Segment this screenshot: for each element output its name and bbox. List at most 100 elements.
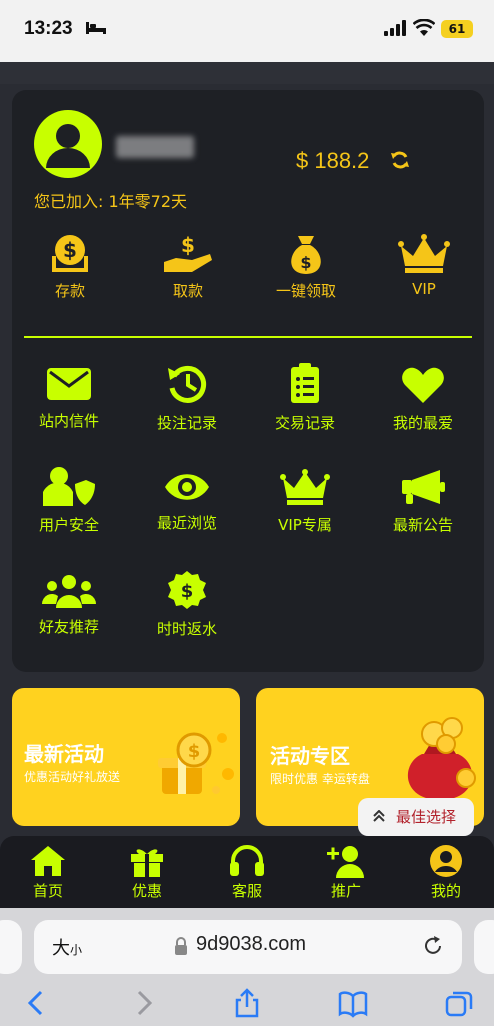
- menu-item-label: 投注记录: [156, 414, 217, 432]
- tab-label: 推广: [330, 882, 361, 900]
- best-pick-button[interactable]: 最佳选择: [358, 798, 474, 836]
- menu-item-label: 时时返水: [156, 620, 217, 638]
- account-icon: [430, 845, 462, 877]
- wallet-balance: $ 188.2: [296, 148, 370, 173]
- heart-icon: [402, 367, 444, 403]
- chevron-up-icon: [373, 810, 385, 822]
- refresh-balance-icon[interactable]: [390, 150, 410, 170]
- bottom-tab-bar: 首页 优惠 客服 推广 我的: [0, 836, 494, 908]
- section-divider: [24, 336, 472, 338]
- address-bar[interactable]: 大小 9d9038.com: [34, 920, 462, 974]
- clipboard-list-icon: [291, 363, 319, 403]
- svg-text:$: $: [181, 233, 195, 257]
- tabs-icon[interactable]: [444, 988, 474, 1018]
- promo-subtitle: 优惠活动好礼放送: [24, 770, 121, 784]
- bookmarks-icon[interactable]: [338, 988, 368, 1018]
- user-plus-icon: [327, 846, 364, 878]
- promo-card-latest-events[interactable]: 最新活动 优惠活动好礼放送 $: [12, 688, 240, 826]
- menu-item-announcements[interactable]: 最新公告: [368, 468, 478, 535]
- menu-item-label: 好友推荐: [38, 618, 99, 636]
- menu-item-security[interactable]: 用户安全: [14, 466, 124, 535]
- menu-item-bet-history[interactable]: 投注记录: [132, 364, 242, 433]
- quick-action-label: 一键领取: [275, 282, 336, 300]
- crown-icon: [280, 469, 330, 505]
- url-text: 9d9038.com: [196, 933, 307, 955]
- quick-action-withdraw[interactable]: $ 取款: [138, 232, 238, 301]
- text-size-large-glyph: 大: [52, 938, 70, 959]
- lucky-bag-illustration: [407, 717, 476, 800]
- quick-action-label: 取款: [172, 282, 203, 300]
- crown-icon: [398, 234, 450, 273]
- gift-icon: [131, 849, 163, 877]
- browser-toolbar: 大小 9d9038.com: [0, 908, 494, 1026]
- menu-item-label: 用户安全: [38, 516, 99, 534]
- envelope-icon: [47, 368, 91, 400]
- tab-customer-service[interactable]: 客服: [207, 844, 287, 901]
- money-bag-icon: $: [291, 236, 321, 274]
- menu-item-label: VIP专属: [278, 516, 332, 534]
- menu-item-vip-exclusive[interactable]: VIP专属: [250, 468, 360, 535]
- sleep-mode-icon: [86, 22, 106, 34]
- account-panel: $ 188.2 您已加入: 1年零72天 $ 存款 $ 取款 $ 一键领取 VI…: [12, 90, 484, 672]
- quick-action-vip[interactable]: VIP: [374, 232, 474, 298]
- menu-item-messages[interactable]: 站内信件: [14, 366, 124, 431]
- headset-icon: [230, 845, 264, 876]
- quick-action-label: VIP: [412, 280, 436, 298]
- back-icon[interactable]: [22, 988, 52, 1018]
- svg-text:$: $: [188, 741, 201, 762]
- menu-item-label: 交易记录: [274, 414, 335, 432]
- quick-action-deposit[interactable]: $ 存款: [20, 232, 120, 301]
- lock-icon: [175, 937, 187, 955]
- users-icon: [42, 575, 96, 608]
- tab-label: 客服: [231, 882, 262, 900]
- menu-item-recently-viewed[interactable]: 最近浏览: [132, 470, 242, 533]
- user-shield-icon: [43, 467, 95, 506]
- history-icon: [168, 365, 207, 403]
- tab-promotions[interactable]: 优惠: [107, 844, 187, 901]
- svg-text:$: $: [181, 581, 194, 602]
- menu-item-label: 最近浏览: [156, 514, 217, 532]
- status-bar: 13:23 61: [0, 0, 494, 62]
- tab-referral[interactable]: 推广: [306, 844, 386, 901]
- svg-text:$: $: [300, 253, 311, 272]
- member-since-text: 您已加入: 1年零72天: [34, 192, 188, 211]
- previous-tab-preview[interactable]: [0, 920, 22, 974]
- menu-item-favorites[interactable]: 我的最爱: [368, 366, 478, 433]
- megaphone-icon: [402, 470, 445, 504]
- avatar[interactable]: [34, 110, 102, 178]
- battery-indicator: 61: [441, 20, 473, 38]
- withdraw-icon: $: [164, 233, 212, 272]
- username-blurred: [116, 136, 194, 158]
- promo-title: 最新活动: [24, 742, 104, 766]
- quick-action-label: 存款: [54, 282, 85, 300]
- tab-label: 首页: [32, 882, 63, 900]
- home-icon: [31, 846, 65, 876]
- user-avatar-icon: [46, 124, 90, 168]
- next-tab-preview[interactable]: [474, 920, 494, 974]
- svg-text:$: $: [63, 238, 77, 262]
- quick-action-claim-all[interactable]: $ 一键领取: [256, 232, 356, 301]
- wifi-icon: [413, 19, 435, 36]
- menu-item-label: 我的最爱: [392, 414, 453, 432]
- tab-label: 我的: [430, 882, 461, 900]
- eye-icon: [165, 474, 209, 500]
- text-size-button[interactable]: 大小: [52, 934, 82, 960]
- best-pick-label: 最佳选择: [396, 808, 457, 826]
- share-icon[interactable]: [232, 988, 262, 1018]
- cashback-icon: $: [168, 571, 206, 609]
- deposit-icon: $: [52, 235, 88, 272]
- tab-label: 优惠: [131, 882, 162, 900]
- promo-subtitle: 限时优惠 幸运转盘: [270, 772, 370, 786]
- text-size-small-glyph: 小: [70, 943, 83, 957]
- gift-coin-illustration: $: [158, 732, 234, 794]
- menu-item-transactions[interactable]: 交易记录: [250, 362, 360, 433]
- menu-item-label: 最新公告: [392, 516, 453, 534]
- tab-my-account[interactable]: 我的: [406, 844, 486, 901]
- menu-item-label: 站内信件: [38, 412, 99, 430]
- reload-icon[interactable]: [422, 935, 444, 957]
- promo-title: 活动专区: [270, 744, 350, 768]
- forward-icon[interactable]: [128, 988, 158, 1018]
- tab-home[interactable]: 首页: [8, 844, 88, 901]
- menu-item-referral[interactable]: 好友推荐: [14, 574, 124, 637]
- menu-item-cashback[interactable]: $ 时时返水: [132, 570, 242, 639]
